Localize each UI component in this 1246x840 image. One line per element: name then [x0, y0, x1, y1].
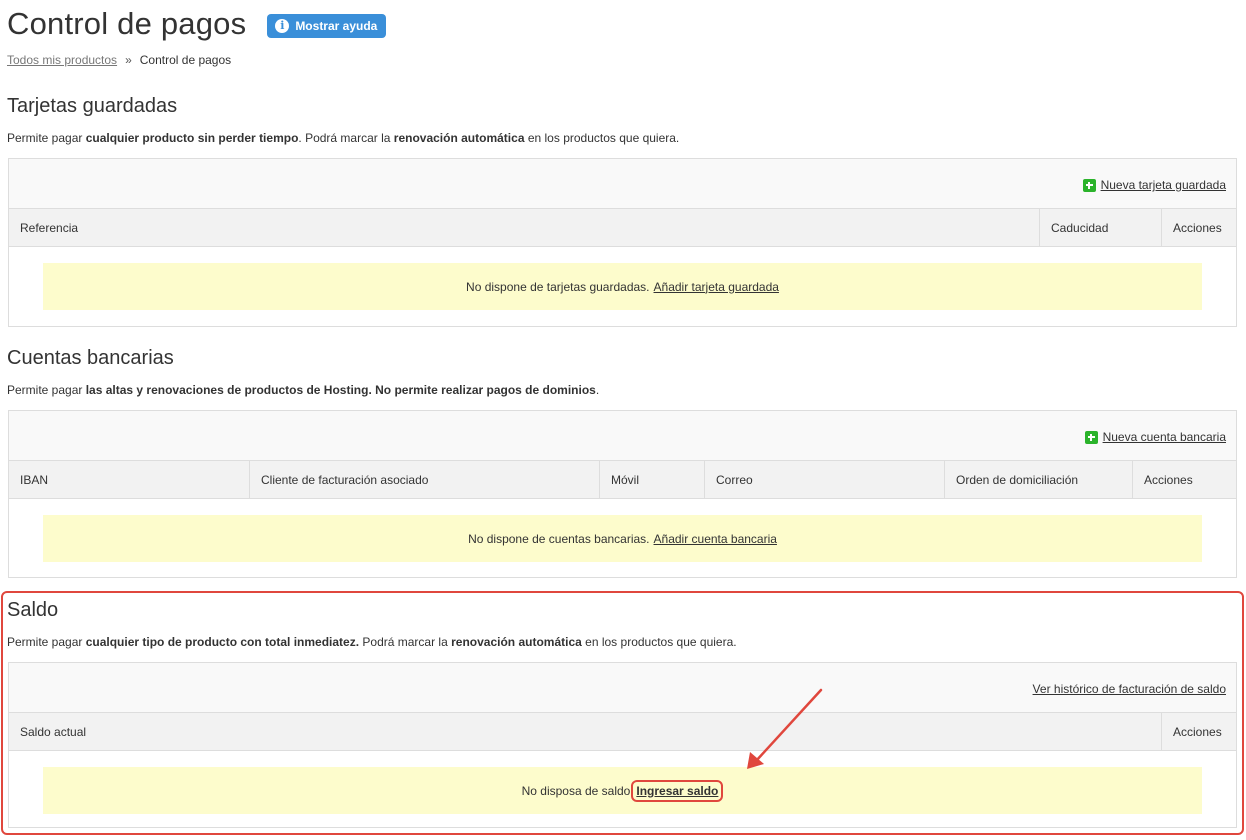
balance-section-title: Saldo	[7, 599, 59, 621]
new-bank-account-link[interactable]: Nueva cuenta bancaria	[1084, 430, 1226, 444]
add-bank-account-link[interactable]: Añadir cuenta bancaria	[654, 532, 777, 546]
breadcrumb-separator: »	[125, 53, 132, 67]
breadcrumb-home-link[interactable]: Todos mis productos	[7, 53, 117, 67]
cards-table-header: Referencia Caducidad Acciones	[9, 209, 1236, 247]
cards-panel: Nueva tarjeta guardada Referencia Caduci…	[8, 158, 1237, 327]
plus-icon	[1084, 430, 1098, 444]
page-header: Control de pagos i Mostrar ayuda	[7, 4, 387, 44]
column-header: Acciones	[1132, 461, 1236, 498]
column-header[interactable]: Orden de domiciliación	[944, 461, 1132, 498]
balance-section-description: Permite pagar cualquier tipo de producto…	[7, 635, 737, 649]
breadcrumb-current: Control de pagos	[139, 53, 232, 67]
column-header[interactable]: Caducidad	[1039, 209, 1161, 246]
accounts-table-header: IBAN Cliente de facturación asociado Móv…	[9, 461, 1236, 499]
accounts-panel-header: Nueva cuenta bancaria	[9, 411, 1236, 461]
accounts-section-description: Permite pagar las altas y renovaciones d…	[7, 383, 600, 397]
balance-panel-header: Ver histórico de facturación de saldo	[9, 663, 1236, 713]
plus-icon	[1082, 178, 1096, 192]
cards-section-title: Tarjetas guardadas	[7, 95, 178, 117]
accounts-section-title: Cuentas bancarias	[7, 347, 174, 369]
accounts-empty-notice: No dispone de cuentas bancarias. Añadir …	[43, 515, 1202, 562]
show-help-button[interactable]: i Mostrar ayuda	[267, 13, 387, 38]
accounts-panel: Nueva cuenta bancaria IBAN Cliente de fa…	[8, 410, 1237, 578]
accounts-empty-text: No dispone de cuentas bancarias.	[468, 531, 650, 546]
page-title: Control de pagos	[7, 6, 247, 41]
add-balance-link[interactable]: Ingresar saldo	[631, 779, 724, 802]
new-card-link[interactable]: Nueva tarjeta guardada	[1082, 178, 1226, 192]
breadcrumb: Todos mis productos » Control de pagos	[7, 53, 231, 67]
cards-empty-text: No dispone de tarjetas guardadas.	[466, 279, 650, 294]
column-header[interactable]: Móvil	[599, 461, 704, 498]
column-header[interactable]: Saldo actual	[9, 713, 1161, 750]
new-bank-account-label: Nueva cuenta bancaria	[1102, 430, 1226, 444]
add-card-link[interactable]: Añadir tarjeta guardada	[654, 280, 779, 294]
column-header[interactable]: Referencia	[9, 209, 1039, 246]
info-icon: i	[275, 18, 290, 33]
balance-history-link[interactable]: Ver histórico de facturación de saldo	[1033, 682, 1226, 696]
cards-panel-header: Nueva tarjeta guardada	[9, 159, 1236, 209]
balance-empty-text: No disposa de saldo	[521, 783, 631, 798]
balance-panel: Ver histórico de facturación de saldo Sa…	[8, 662, 1237, 828]
column-header: Acciones	[1161, 713, 1236, 750]
new-card-label: Nueva tarjeta guardada	[1100, 178, 1226, 192]
column-header[interactable]: Cliente de facturación asociado	[249, 461, 599, 498]
show-help-label: Mostrar ayuda	[295, 18, 378, 33]
column-header[interactable]: IBAN	[9, 461, 249, 498]
column-header: Acciones	[1161, 209, 1236, 246]
balance-table-header: Saldo actual Acciones	[9, 713, 1236, 751]
cards-section-description: Permite pagar cualquier producto sin per…	[7, 131, 680, 145]
balance-empty-notice: No disposa de saldo Ingresar saldo	[43, 767, 1202, 814]
column-header[interactable]: Correo	[704, 461, 944, 498]
cards-empty-notice: No dispone de tarjetas guardadas. Añadir…	[43, 263, 1202, 310]
